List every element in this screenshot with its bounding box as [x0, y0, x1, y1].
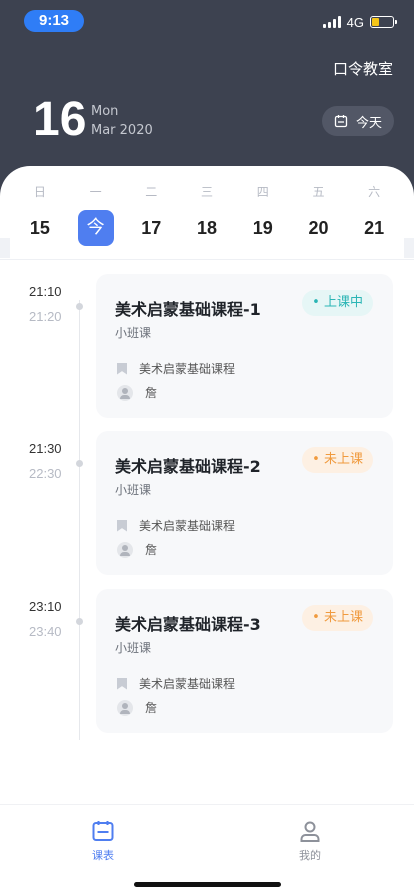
course-row: 美术启蒙基础课程 — [117, 675, 235, 692]
timeline-dot — [76, 460, 83, 467]
status-time: 9:13 — [24, 10, 84, 32]
day-number: 21 — [364, 218, 385, 238]
lesson-start-time: 23:10 — [29, 599, 62, 614]
lesson-type: 小班课 — [115, 483, 152, 497]
day-thu[interactable]: 四 19 — [235, 182, 291, 246]
bookmark-icon — [117, 677, 127, 690]
weekday-label: 日 — [33, 185, 46, 199]
divider — [0, 259, 414, 260]
status-label: 未上课 — [323, 610, 363, 625]
sheet-edge — [404, 238, 414, 258]
weekday-label: 二 — [145, 185, 158, 199]
day-number: 20 — [308, 218, 329, 238]
status-badge: • 未上课 — [302, 605, 373, 631]
tab-label: 我的 — [299, 849, 321, 862]
current-month-year: Mar 2020 — [91, 123, 153, 138]
lesson-start-time: 21:10 — [29, 284, 62, 299]
tab-schedule[interactable]: 课表 — [53, 819, 153, 863]
day-tue[interactable]: 二 17 — [123, 182, 179, 246]
battery-icon — [370, 16, 397, 28]
teacher-row: 詹 — [117, 699, 157, 716]
user-icon — [300, 821, 320, 842]
lesson-end-time: 22:30 — [29, 466, 62, 481]
teacher-name: 詹 — [145, 386, 158, 400]
week-calendar: 日 15 一 今 二 17 三 18 四 19 五 20 六 21 — [0, 166, 414, 260]
avatar-icon — [117, 541, 133, 558]
current-day: 16 — [33, 93, 87, 146]
teacher-row: 詹 — [117, 384, 157, 401]
bookmark-icon — [117, 362, 127, 375]
network-label: 4G — [346, 14, 364, 30]
status-label: 未上课 — [323, 452, 363, 467]
lesson-title: 美术启蒙基础课程-1 — [115, 300, 261, 319]
lesson-end-time: 21:20 — [29, 309, 62, 324]
course-name: 美术启蒙基础课程 — [139, 362, 236, 376]
current-weekday: Mon — [91, 104, 119, 119]
status-bar: 9:13 4G — [0, 0, 414, 44]
lesson-card[interactable]: 美术启蒙基础课程-1 小班课 • 上课中 美术启蒙基础课程 詹 — [96, 274, 393, 418]
home-indicator — [134, 882, 281, 887]
lesson-card[interactable]: 美术启蒙基础课程-3 小班课 • 未上课 美术启蒙基础课程 詹 — [96, 589, 393, 733]
lesson-title: 美术启蒙基础课程-3 — [115, 615, 261, 634]
timeline-dot — [76, 618, 83, 625]
teacher-name: 詹 — [145, 543, 158, 557]
avatar-icon — [117, 699, 133, 716]
status-icons: 4G — [322, 14, 397, 30]
course-row: 美术启蒙基础课程 — [117, 360, 235, 377]
lesson-start-time: 21:30 — [29, 441, 62, 456]
sheet-edge — [0, 238, 10, 258]
day-number: 18 — [197, 218, 218, 238]
bookmark-icon — [117, 519, 127, 532]
weekday-label: 三 — [201, 185, 214, 199]
timeline-dot — [76, 303, 83, 310]
avatar-icon — [117, 384, 133, 401]
day-sun[interactable]: 日 15 — [12, 182, 68, 246]
course-name: 美术启蒙基础课程 — [139, 677, 236, 691]
tab-mine[interactable]: 我的 — [260, 819, 360, 863]
day-mon[interactable]: 一 今 — [68, 182, 124, 246]
signal-icon — [322, 16, 341, 28]
calendar-icon — [92, 821, 114, 841]
day-number: 15 — [29, 218, 50, 238]
lesson-card[interactable]: 美术启蒙基础课程-2 小班课 • 未上课 美术启蒙基础课程 詹 — [96, 431, 393, 575]
day-wed[interactable]: 三 18 — [179, 182, 235, 246]
status-label: 上课中 — [323, 295, 363, 310]
weekday-label: 五 — [312, 185, 325, 199]
status-badge: • 未上课 — [302, 447, 373, 473]
lesson-type: 小班课 — [115, 326, 152, 340]
tab-label: 课表 — [92, 849, 114, 862]
day-number: 19 — [252, 218, 273, 238]
lesson-title: 美术启蒙基础课程-2 — [115, 457, 261, 476]
today-marker: 今 — [77, 210, 114, 246]
course-row: 美术启蒙基础课程 — [117, 517, 235, 534]
class-code-button[interactable]: 口令教室 — [333, 58, 393, 79]
today-button-label: 今天 — [355, 115, 382, 131]
teacher-row: 詹 — [117, 541, 157, 558]
status-badge: • 上课中 — [302, 290, 373, 316]
weekday-label: 六 — [368, 185, 381, 199]
lesson-type: 小班课 — [115, 641, 152, 655]
course-name: 美术启蒙基础课程 — [139, 519, 236, 533]
weekday-label: 一 — [89, 185, 102, 199]
teacher-name: 詹 — [145, 701, 158, 715]
timeline-line — [79, 300, 80, 740]
weekday-label: 四 — [256, 185, 269, 199]
today-button[interactable]: 今天 — [322, 106, 394, 136]
day-number: 17 — [141, 218, 162, 238]
calendar-icon — [334, 115, 348, 128]
day-sat[interactable]: 六 21 — [346, 182, 402, 246]
day-fri[interactable]: 五 20 — [291, 182, 347, 246]
week-row: 日 15 一 今 二 17 三 18 四 19 五 20 六 21 — [12, 182, 402, 246]
lesson-end-time: 23:40 — [29, 624, 62, 639]
